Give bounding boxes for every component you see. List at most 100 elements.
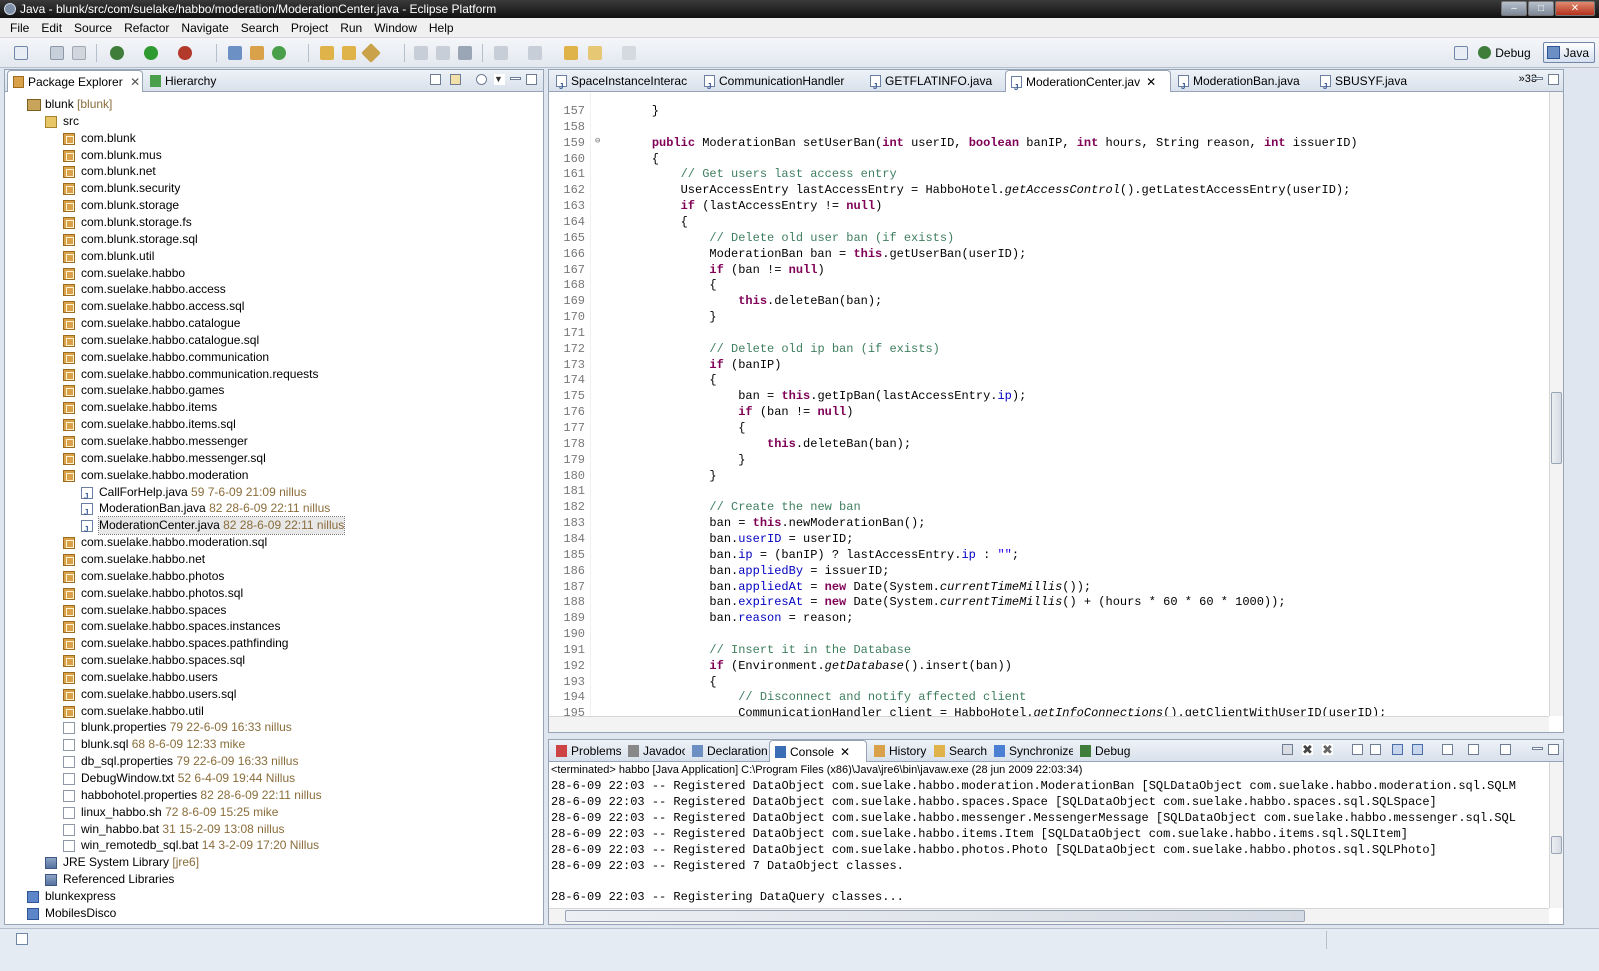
tab-package-explorer[interactable]: Package Explorer ✕ [7, 70, 143, 92]
menu-search[interactable]: Search [235, 21, 285, 35]
console-vertical-scrollbar[interactable] [1549, 762, 1563, 908]
search-flashlight-icon[interactable] [361, 43, 381, 63]
remove-launch-icon[interactable]: ✖ [1302, 743, 1313, 756]
console-output[interactable]: <terminated> habbo [Java Application] C:… [549, 762, 1549, 908]
tab-declaration[interactable]: Declaration [687, 740, 767, 762]
java-perspective-button[interactable]: Java [1542, 42, 1595, 63]
tab-javadoc[interactable]: Javadoc [623, 740, 685, 762]
display-console-icon[interactable] [1468, 744, 1479, 755]
code-token: appliedBy [738, 563, 804, 578]
maximize-view-icon[interactable] [526, 74, 537, 85]
editor-tab[interactable]: ModerationBan.java [1173, 70, 1313, 92]
tree-item-name: com.blunk.mus [81, 147, 162, 162]
close-tab-icon[interactable]: ✕ [1146, 75, 1156, 89]
fast-view-icon[interactable] [16, 933, 28, 945]
terminate-icon[interactable] [1282, 744, 1293, 755]
menu-help[interactable]: Help [423, 21, 460, 35]
show-on-output-icon[interactable] [1392, 744, 1403, 755]
last-edit-location-icon[interactable] [564, 46, 578, 60]
new-class-icon[interactable] [272, 46, 286, 60]
tab-hierarchy[interactable]: Hierarchy [145, 70, 225, 92]
tab-history[interactable]: History [869, 740, 927, 762]
view-menu-icon[interactable]: ▼ [494, 74, 505, 85]
menu-edit[interactable]: Edit [35, 21, 68, 35]
code-text: UserAccessEntry lastAccessEntry = HabboH… [623, 182, 1351, 198]
new-java-project-icon[interactable] [228, 46, 242, 60]
edit-icon[interactable] [436, 46, 450, 60]
tab-debug[interactable]: Debug [1075, 740, 1133, 762]
forward-arrow-icon[interactable] [622, 46, 636, 60]
debug-icon[interactable] [110, 46, 124, 60]
collapse-all-icon[interactable] [430, 74, 441, 85]
menu-window[interactable]: Window [368, 21, 423, 35]
print-icon[interactable] [72, 46, 86, 60]
open-console-icon[interactable] [1500, 744, 1511, 755]
save-icon[interactable] [50, 46, 64, 60]
tree-item-name: com.suelake.habbo.catalogue [81, 316, 241, 331]
menu-navigate[interactable]: Navigate [175, 21, 234, 35]
menu-project[interactable]: Project [285, 21, 334, 35]
toggle-mark-occurrences-icon[interactable] [414, 46, 428, 60]
editor-vertical-scrollbar[interactable] [1549, 92, 1563, 716]
show-on-error-icon[interactable] [1412, 744, 1423, 755]
minimize-view-icon[interactable] [510, 77, 521, 80]
maximize-editor-icon[interactable] [1548, 74, 1559, 85]
debug-perspective-button[interactable]: Debug [1474, 42, 1536, 63]
editor-scroll-thumb[interactable] [1551, 392, 1562, 464]
console-horizontal-scrollbar[interactable] [549, 908, 1549, 924]
tree-item-name: com.suelake.habbo.spaces [81, 602, 227, 617]
code-area[interactable]: ⊖ 157 } 158 159 public ModerationBan setUs… [549, 92, 1549, 716]
close-window-button[interactable]: ✕ [1555, 1, 1595, 16]
editor-horizontal-scrollbar[interactable] [549, 716, 1549, 732]
editor-tab[interactable]: SBUSYF.java [1315, 70, 1419, 92]
console-scroll-thumb[interactable] [1551, 836, 1562, 854]
code-token: = reason; [781, 611, 854, 626]
maximize-console-icon[interactable] [1548, 744, 1559, 755]
next-annotation-icon[interactable] [494, 46, 508, 60]
close-tab-icon[interactable]: ✕ [130, 75, 140, 89]
java-file-icon [81, 503, 93, 521]
pin-console-icon[interactable] [1442, 744, 1453, 755]
code-token: issuerID) [1285, 135, 1358, 150]
minimize-button[interactable]: – [1501, 1, 1527, 16]
console-line: 28-6-09 22:03 -- Registered DataObject c… [551, 826, 1408, 841]
tab-console[interactable]: Console ✕ [769, 740, 867, 762]
menu-file[interactable]: File [4, 21, 35, 35]
tab-synchronize[interactable]: Synchronize [989, 740, 1073, 762]
open-folder-icon[interactable] [342, 46, 356, 60]
close-tab-icon[interactable]: ✕ [840, 745, 850, 759]
run-icon[interactable] [144, 46, 158, 60]
editor-tab[interactable]: SpaceInstanceInterac [551, 70, 697, 92]
console-hscroll-thumb[interactable] [565, 910, 1305, 922]
menu-refactor[interactable]: Refactor [118, 21, 175, 35]
editor-tab[interactable]: ModerationCenter.jav ✕ [1005, 70, 1171, 92]
editor-tab[interactable]: CommunicationHandler [699, 70, 863, 92]
clear-console-icon[interactable] [1352, 744, 1363, 755]
open-type-icon[interactable] [320, 46, 334, 60]
code-token: = [803, 595, 825, 610]
code-token: // Create the new ban [709, 500, 861, 515]
remove-all-terminated-icon[interactable]: ✖ [1322, 743, 1333, 756]
view-filter-icon[interactable] [476, 74, 487, 85]
new-icon[interactable] [14, 46, 28, 60]
menu-run[interactable]: Run [334, 21, 368, 35]
tab-search[interactable]: Search [929, 740, 987, 762]
link-with-editor-icon[interactable] [450, 74, 461, 85]
tab-problems[interactable]: Problems [551, 740, 621, 762]
minimize-editor-icon[interactable] [1532, 77, 1543, 80]
tree-item-label: com.blunk.util [81, 248, 154, 265]
eclipse-app-icon [4, 3, 16, 15]
tree-item-label: com.suelake.habbo.messenger [81, 433, 248, 450]
minimize-console-icon[interactable] [1532, 747, 1543, 750]
open-perspective-icon[interactable] [1454, 45, 1469, 60]
external-tools-icon[interactable] [178, 46, 192, 60]
new-package-icon[interactable] [250, 46, 264, 60]
back-arrow-icon[interactable] [588, 46, 602, 60]
scroll-lock-icon[interactable] [1370, 744, 1381, 755]
maximize-button[interactable]: □ [1528, 1, 1554, 16]
show-whitespace-icon[interactable] [458, 46, 472, 60]
previous-annotation-icon[interactable] [528, 46, 542, 60]
menu-source[interactable]: Source [68, 21, 118, 35]
editor-tab[interactable]: GETFLATINFO.java [865, 70, 1003, 92]
